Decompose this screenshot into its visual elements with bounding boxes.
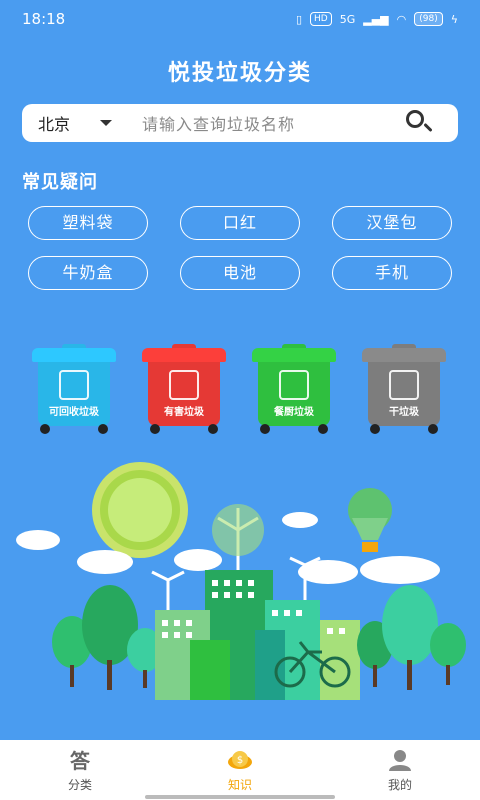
- network-label: 5G: [339, 12, 356, 26]
- status-time: 18:18: [22, 10, 66, 28]
- faq-chip[interactable]: 牛奶盒: [28, 256, 148, 290]
- battery-icon: (98): [414, 12, 443, 26]
- faq-chip[interactable]: 口红: [180, 206, 300, 240]
- search-input[interactable]: 请输入查询垃圾名称: [142, 111, 404, 135]
- tab-mine[interactable]: 我的: [320, 740, 480, 800]
- search-bar[interactable]: 北京 请输入查询垃圾名称: [22, 104, 458, 142]
- bin-lid: [142, 348, 226, 362]
- tree-icon: [52, 585, 163, 690]
- faq-chip[interactable]: 手机: [332, 256, 452, 290]
- wheel: [370, 424, 380, 434]
- page-title: 悦投垃圾分类: [167, 61, 312, 86]
- tab-label: 知识: [227, 777, 252, 792]
- status-bar: 18:18 ▯ HD 5G ▂▄▆ ◠ (98) ϟ: [0, 0, 480, 38]
- recyclable-bin[interactable]: 可回收垃圾: [30, 344, 118, 434]
- faq-chip[interactable]: 电池: [180, 256, 300, 290]
- bin-lid: [252, 348, 336, 362]
- signal-icon: ▂▄▆: [363, 12, 389, 26]
- balloon-icon: [348, 488, 392, 552]
- recycle-icon: [59, 370, 89, 400]
- bin-label: 可回收垃圾: [49, 407, 99, 418]
- city-selector[interactable]: 北京: [38, 111, 90, 135]
- user-icon: [389, 749, 411, 771]
- bin-lid: [362, 348, 446, 362]
- sun-icon: [92, 462, 188, 558]
- hd-badge: HD: [310, 12, 332, 26]
- tree-icon: [357, 585, 466, 690]
- charging-icon: ϟ: [450, 12, 458, 26]
- faq-chip[interactable]: 汉堡包: [332, 206, 452, 240]
- hazard-icon: [169, 370, 199, 400]
- dry-waste-bin[interactable]: 干垃圾: [360, 344, 448, 434]
- wheel: [428, 424, 438, 434]
- faq-heading: 常见疑问: [22, 172, 98, 193]
- wheel: [98, 424, 108, 434]
- svg-text:$: $: [237, 755, 243, 766]
- status-icons: ▯ HD 5G ▂▄▆ ◠ (98) ϟ: [296, 12, 458, 26]
- faq-chip[interactable]: 塑料袋: [28, 206, 148, 240]
- coin-icon: $: [228, 750, 252, 769]
- tab-knowledge[interactable]: $ 知识: [160, 740, 320, 800]
- vibrate-icon: ▯: [295, 12, 303, 26]
- wheel: [318, 424, 328, 434]
- bin-label: 餐厨垃圾: [274, 407, 314, 418]
- bin-label: 有害垃圾: [164, 407, 204, 418]
- wheel: [40, 424, 50, 434]
- tab-label: 分类: [67, 777, 92, 792]
- hazardous-bin[interactable]: 有害垃圾: [140, 344, 228, 434]
- buildings: [155, 570, 360, 700]
- tab-classify[interactable]: 答 分类: [0, 740, 160, 800]
- bin-lid: [32, 348, 116, 362]
- chevron-down-icon[interactable]: [100, 120, 112, 126]
- dry-waste-icon: [389, 370, 419, 400]
- wheel: [260, 424, 270, 434]
- home-indicator[interactable]: [145, 795, 335, 799]
- eco-city-illustration: [16, 462, 466, 700]
- kitchen-bin[interactable]: 餐厨垃圾: [250, 344, 338, 434]
- wheel: [208, 424, 218, 434]
- food-waste-icon: [279, 370, 309, 400]
- bin-label: 干垃圾: [389, 407, 419, 418]
- wifi-icon: ◠: [396, 12, 407, 26]
- search-icon[interactable]: [404, 108, 434, 138]
- bottom-tab-bar: 答 分类 $ 知识 我的: [0, 740, 480, 800]
- tab-label: 我的: [387, 777, 412, 792]
- wheel: [150, 424, 160, 434]
- answer-icon: 答: [70, 749, 91, 772]
- svg-text:答: 答: [70, 749, 91, 772]
